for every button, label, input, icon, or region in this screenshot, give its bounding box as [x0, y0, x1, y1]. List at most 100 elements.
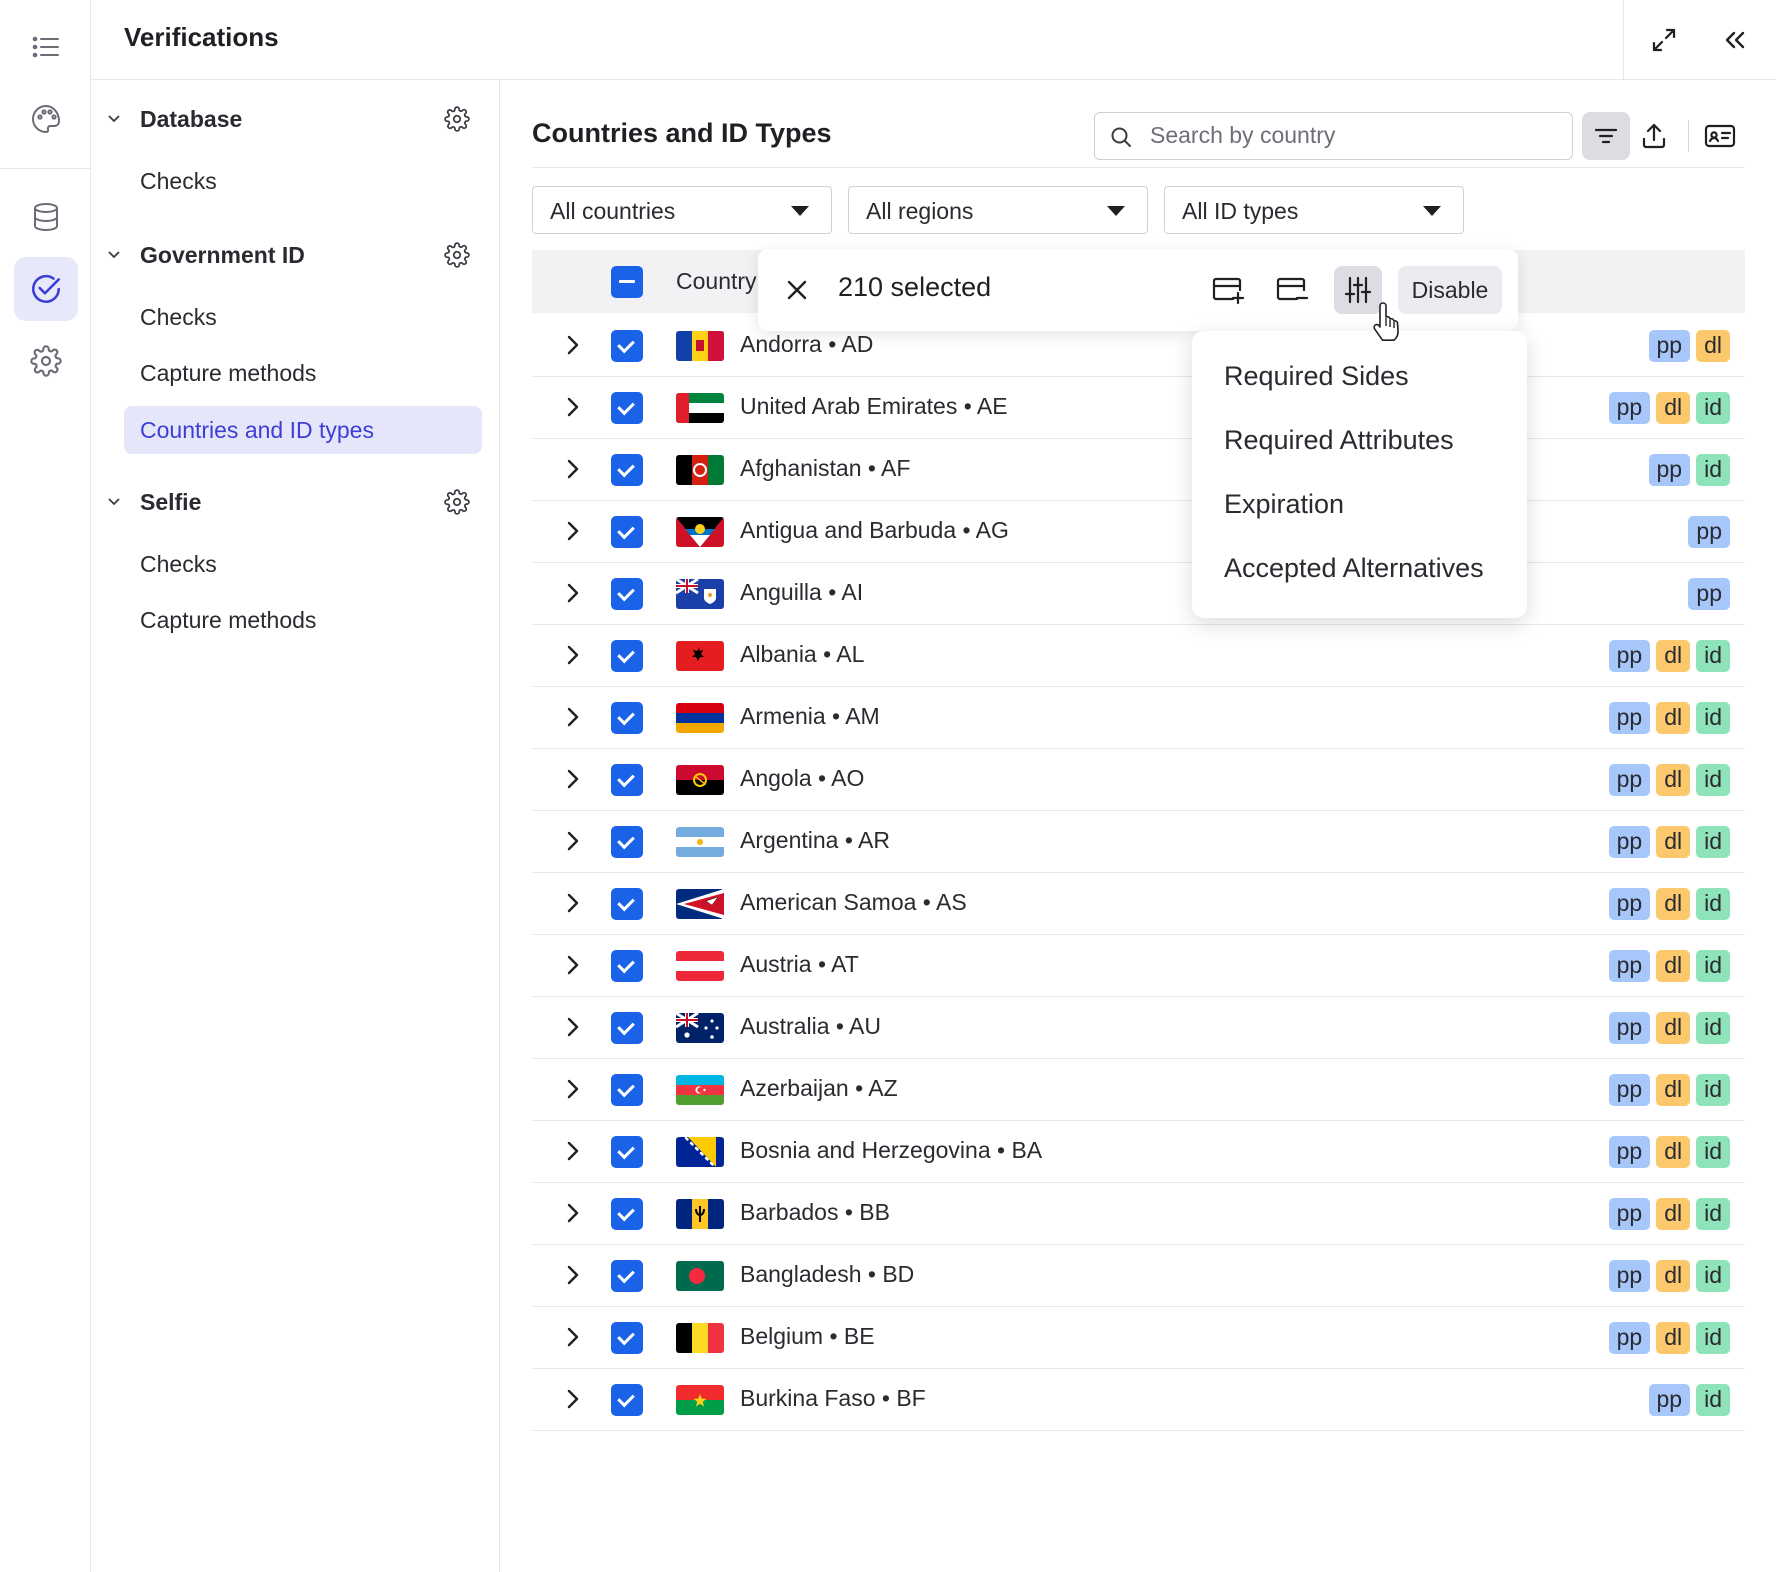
row-checkbox[interactable]	[611, 950, 643, 982]
chevron-right-icon[interactable]	[562, 1388, 584, 1410]
row-checkbox[interactable]	[611, 764, 643, 796]
table-row[interactable]: Anguilla • AI pp	[532, 563, 1745, 625]
chevron-right-icon[interactable]	[562, 520, 584, 542]
section-selfie[interactable]: Selfie	[91, 482, 500, 522]
list-icon[interactable]	[14, 15, 78, 79]
chevron-right-icon[interactable]	[562, 458, 584, 480]
chevron-right-icon[interactable]	[562, 396, 584, 418]
table-row[interactable]: Barbados • BB pp dl id	[532, 1183, 1745, 1245]
chevron-right-icon[interactable]	[562, 1140, 584, 1162]
row-checkbox[interactable]	[611, 826, 643, 858]
table-row[interactable]: American Samoa • AS pp dl id	[532, 873, 1745, 935]
nav-item-selfie-capture-methods[interactable]: Capture methods	[124, 596, 482, 644]
row-checkbox[interactable]	[611, 1384, 643, 1416]
palette-icon[interactable]	[14, 87, 78, 151]
settings-icon[interactable]	[14, 329, 78, 393]
flag-icon	[676, 1261, 724, 1291]
menu-item-required-sides[interactable]: Required Sides	[1224, 361, 1409, 392]
table-row[interactable]: Antigua and Barbuda • AG pp	[532, 501, 1745, 563]
row-checkbox[interactable]	[611, 392, 643, 424]
chevron-right-icon[interactable]	[562, 582, 584, 604]
search-box[interactable]	[1094, 112, 1573, 160]
table-row[interactable]: Bangladesh • BD pp dl id	[532, 1245, 1745, 1307]
table-row[interactable]: Angola • AO pp dl id	[532, 749, 1745, 811]
section-database[interactable]: Database	[91, 99, 500, 139]
close-icon[interactable]	[782, 275, 812, 305]
id-type-badges: pp	[1688, 516, 1730, 548]
remove-card-button[interactable]	[1268, 266, 1316, 314]
row-checkbox[interactable]	[611, 888, 643, 920]
icon-rail	[0, 0, 91, 1572]
row-checkbox[interactable]	[611, 454, 643, 486]
table-row[interactable]: Burkina Faso • BF pp id	[532, 1369, 1745, 1431]
countries-filter-dropdown[interactable]: All countries	[532, 186, 832, 234]
id-type-badge: id	[1696, 1260, 1730, 1292]
row-checkbox[interactable]	[611, 578, 643, 610]
gear-icon[interactable]	[444, 242, 470, 268]
table-row[interactable]: Armenia • AM pp dl id	[532, 687, 1745, 749]
menu-item-required-attributes[interactable]: Required Attributes	[1224, 425, 1454, 456]
chevron-right-icon[interactable]	[562, 768, 584, 790]
flag-icon	[676, 1013, 724, 1043]
expand-icon[interactable]	[1644, 20, 1684, 60]
row-checkbox[interactable]	[611, 1136, 643, 1168]
table-row[interactable]: Belgium • BE pp dl id	[532, 1307, 1745, 1369]
row-checkbox[interactable]	[611, 1012, 643, 1044]
table-row[interactable]: Australia • AU pp dl id	[532, 997, 1745, 1059]
column-header-country[interactable]: Country	[676, 268, 757, 295]
regions-filter-dropdown[interactable]: All regions	[848, 186, 1148, 234]
chevron-right-icon[interactable]	[562, 830, 584, 852]
row-checkbox[interactable]	[611, 1198, 643, 1230]
dropdown-label: All regions	[866, 198, 974, 224]
row-checkbox[interactable]	[611, 1322, 643, 1354]
table-row[interactable]: Argentina • AR pp dl id	[532, 811, 1745, 873]
nav-item-countries-and-id-types[interactable]: Countries and ID types	[124, 406, 482, 454]
nav-item-capture-methods[interactable]: Capture methods	[124, 349, 482, 397]
export-button[interactable]	[1630, 112, 1678, 160]
table-row[interactable]: Austria • AT pp dl id	[532, 935, 1745, 997]
collapse-panel-icon[interactable]	[1715, 20, 1755, 60]
chevron-right-icon[interactable]	[562, 1264, 584, 1286]
filter-button[interactable]	[1582, 112, 1630, 160]
gear-icon[interactable]	[444, 489, 470, 515]
chevron-right-icon[interactable]	[562, 1202, 584, 1224]
chevron-right-icon[interactable]	[562, 1326, 584, 1348]
chevron-right-icon[interactable]	[562, 892, 584, 914]
chevron-down-icon[interactable]	[106, 494, 122, 510]
select-all-checkbox[interactable]	[611, 266, 643, 298]
search-input[interactable]	[1150, 122, 1550, 149]
id-card-button[interactable]	[1696, 112, 1744, 160]
chevron-right-icon[interactable]	[562, 954, 584, 976]
table-row[interactable]: United Arab Emirates • AE pp dl id	[532, 377, 1745, 439]
disable-button[interactable]: Disable	[1398, 266, 1502, 314]
menu-item-expiration[interactable]: Expiration	[1224, 489, 1344, 520]
table-row[interactable]: Bosnia and Herzegovina • BA pp dl id	[532, 1121, 1745, 1183]
row-checkbox[interactable]	[611, 702, 643, 734]
id-types-filter-dropdown[interactable]: All ID types	[1164, 186, 1464, 234]
chevron-right-icon[interactable]	[562, 334, 584, 356]
chevron-down-icon[interactable]	[106, 247, 122, 263]
nav-item-government-id-checks[interactable]: Checks	[124, 293, 482, 341]
chevron-down-icon[interactable]	[106, 111, 122, 127]
nav-item-selfie-checks[interactable]: Checks	[124, 540, 482, 588]
chevron-right-icon[interactable]	[562, 644, 584, 666]
table-row[interactable]: Albania • AL pp dl id	[532, 625, 1745, 687]
chevron-right-icon[interactable]	[562, 706, 584, 728]
row-checkbox[interactable]	[611, 1074, 643, 1106]
add-card-button[interactable]	[1204, 266, 1252, 314]
section-government-id[interactable]: Government ID	[91, 235, 500, 275]
table-row[interactable]: Azerbaijan • AZ pp dl id	[532, 1059, 1745, 1121]
row-checkbox[interactable]	[611, 516, 643, 548]
table-row[interactable]: Afghanistan • AF pp id	[532, 439, 1745, 501]
row-checkbox[interactable]	[611, 1260, 643, 1292]
check-circle-icon[interactable]	[14, 257, 78, 321]
menu-item-accepted-alternatives[interactable]: Accepted Alternatives	[1224, 553, 1484, 584]
gear-icon[interactable]	[444, 106, 470, 132]
row-checkbox[interactable]	[611, 640, 643, 672]
nav-item-database-checks[interactable]: Checks	[124, 157, 482, 205]
chevron-right-icon[interactable]	[562, 1016, 584, 1038]
chevron-right-icon[interactable]	[562, 1078, 584, 1100]
id-type-badge: dl	[1656, 826, 1691, 858]
row-checkbox[interactable]	[611, 330, 643, 362]
database-icon[interactable]	[14, 185, 78, 249]
